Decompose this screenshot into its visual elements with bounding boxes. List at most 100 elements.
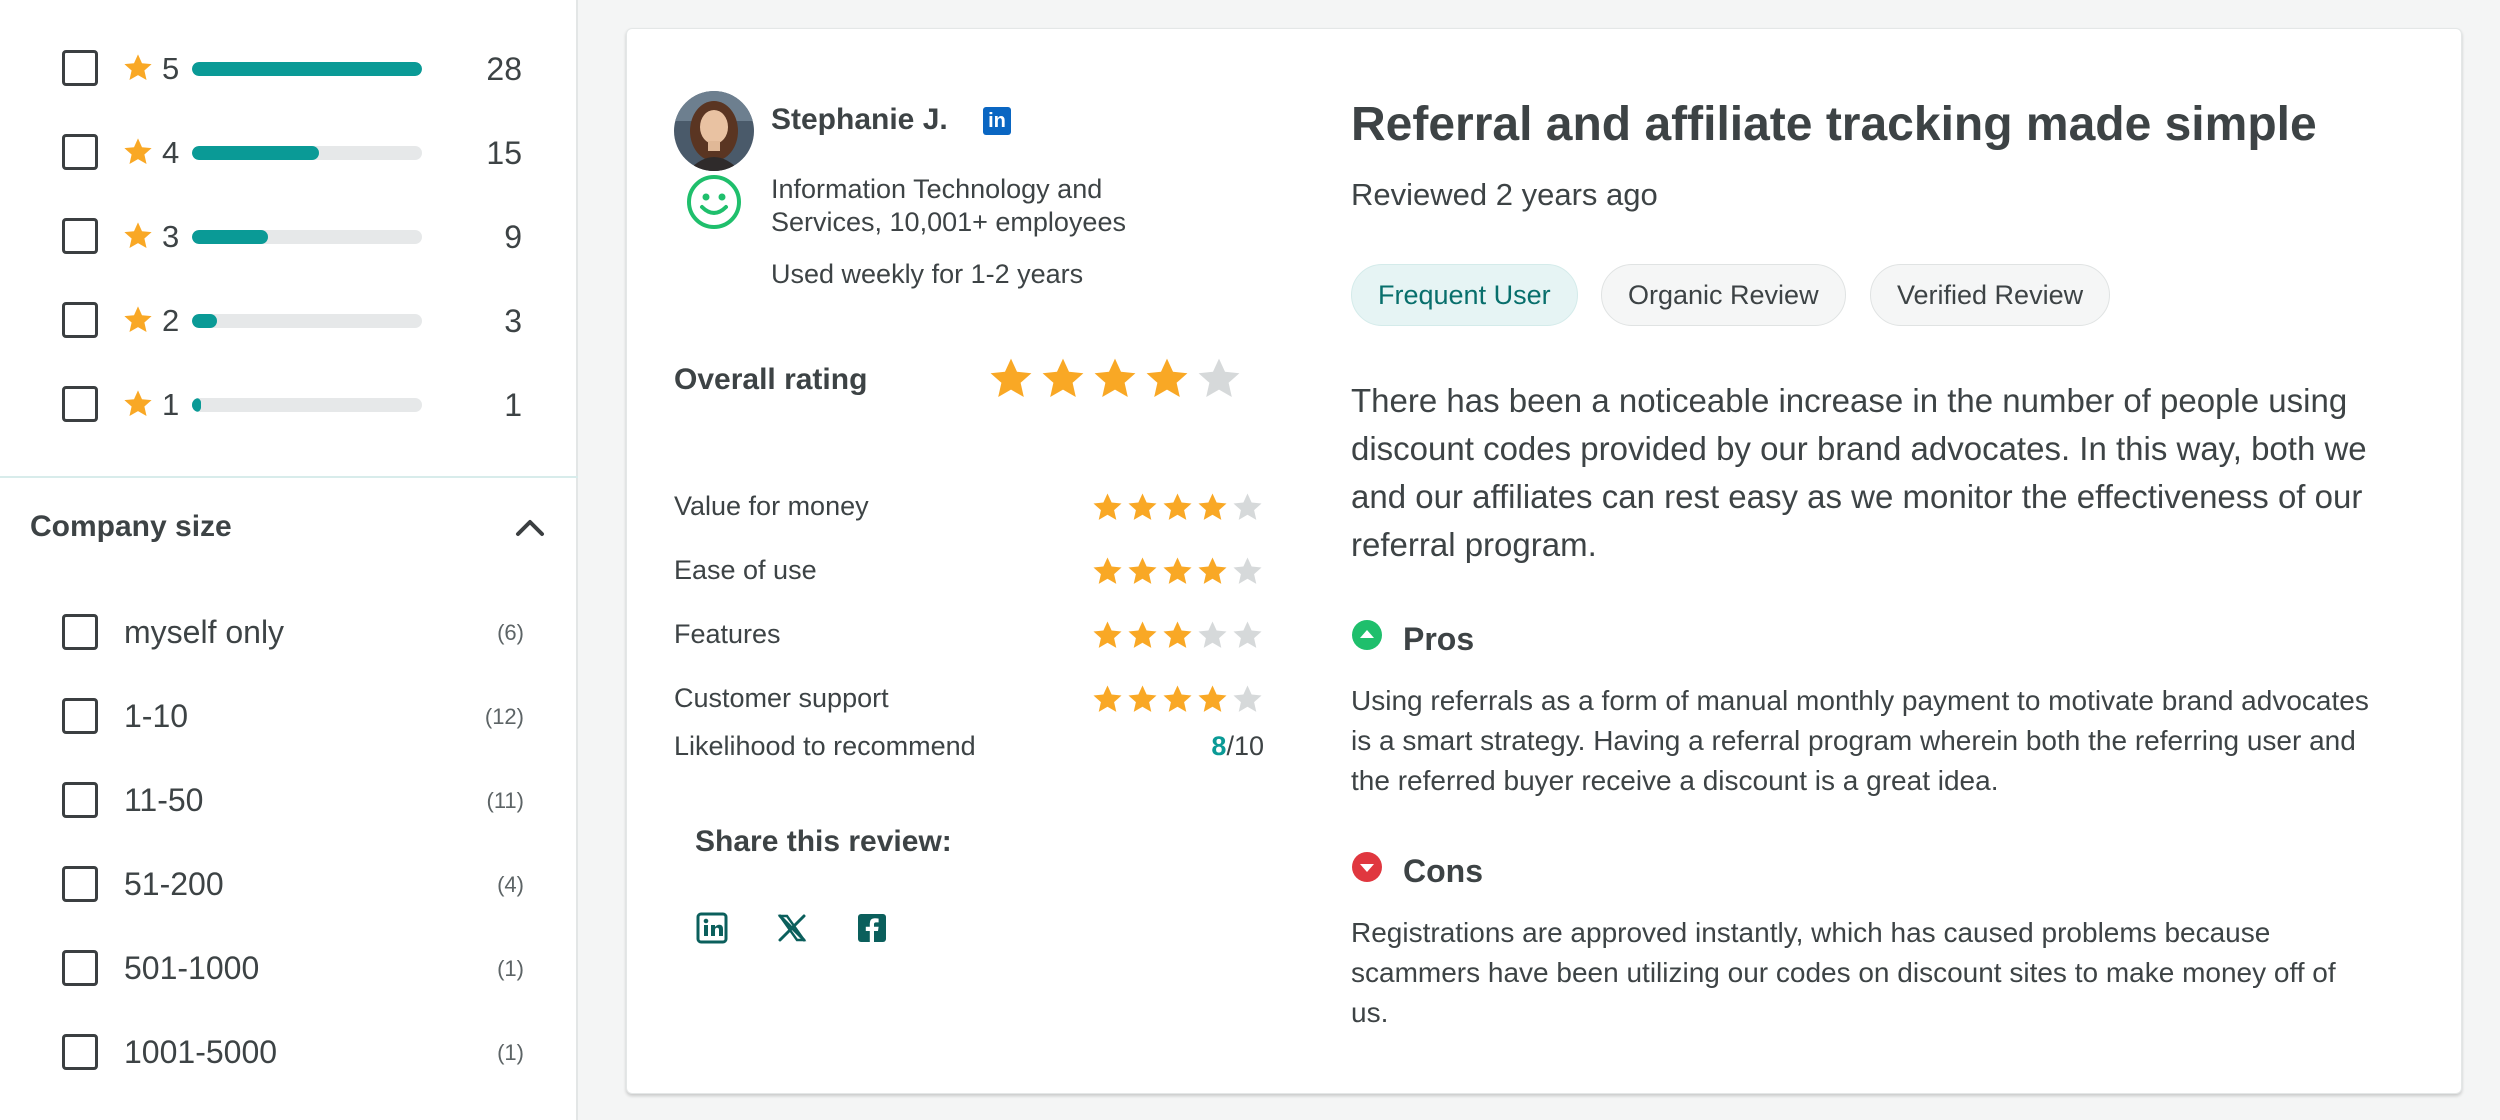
star-filled-icon: [1198, 557, 1227, 584]
company-size-option[interactable]: 51-200 (4): [62, 864, 524, 904]
rating-filter-row[interactable]: 5 28: [62, 48, 522, 88]
star-empty-icon: [1233, 621, 1262, 648]
rating-filter-count: 3: [504, 303, 522, 339]
reviewer-company: Information Technology and Services, 10,…: [771, 174, 1126, 237]
smiley-icon: [687, 175, 741, 229]
facebook-icon[interactable]: [855, 911, 889, 945]
rating-filter-stars: 3: [162, 219, 180, 254]
rating-filter-checkbox[interactable]: [62, 218, 98, 254]
rating-filter-row[interactable]: 4 15: [62, 132, 522, 172]
overall-rating-label: Overall rating: [674, 363, 868, 396]
company-size-checkbox[interactable]: [62, 698, 98, 734]
star-filled-icon: [1163, 621, 1192, 648]
rating-distribution-bar: [192, 146, 422, 160]
star-filled-icon: [1093, 621, 1122, 648]
company-size-checkbox[interactable]: [62, 614, 98, 650]
review-title: Referral and affiliate tracking made sim…: [1351, 98, 2317, 151]
company-size-option[interactable]: myself only (6): [62, 612, 524, 652]
sub-rating-stars: [1091, 491, 1264, 524]
star-icon: [124, 222, 152, 248]
sub-rating-row: Ease of use: [674, 551, 1264, 591]
tag-verified-review: Verified Review: [1870, 264, 2111, 326]
star-empty-icon: [1233, 685, 1262, 712]
rating-distribution-fill: [192, 62, 422, 76]
rating-distribution-bar: [192, 230, 422, 244]
star-filled-icon: [1163, 557, 1192, 584]
sub-rating-stars: [1091, 683, 1264, 716]
company-size-label: 51-200: [124, 866, 224, 902]
company-size-label: myself only: [124, 614, 285, 650]
company-size-checkbox[interactable]: [62, 782, 98, 818]
company-size-checkbox[interactable]: [62, 1034, 98, 1070]
sub-rating-row: Value for money: [674, 487, 1264, 527]
company-size-option[interactable]: 11-50 (11): [62, 780, 524, 820]
rating-filter-count: 9: [504, 219, 522, 255]
rating-filter-count: 28: [486, 51, 522, 87]
reviewer-usage: Used weekly for 1-2 years: [771, 259, 1084, 289]
linkedin-icon[interactable]: [695, 911, 729, 945]
star-filled-icon: [1094, 358, 1136, 397]
rating-filter-checkbox[interactable]: [62, 302, 98, 338]
star-filled-icon: [1128, 621, 1157, 648]
star-icon: [124, 138, 152, 164]
sub-rating-row: Features: [674, 615, 1264, 655]
sidebar-divider: [0, 476, 578, 478]
rating-filter-checkbox[interactable]: [62, 134, 98, 170]
reviewer-name: Stephanie J.: [771, 103, 948, 136]
rating-distribution-bar: [192, 398, 422, 412]
pros-text: Using referrals as a form of manual mont…: [1351, 685, 2369, 796]
recommend-suffix: /10: [1226, 731, 1264, 761]
cons-title: Cons: [1403, 853, 1483, 889]
company-size-option[interactable]: 1-10 (12): [62, 696, 524, 736]
company-size-count: (1): [497, 1040, 524, 1065]
sub-rating-label: Ease of use: [674, 555, 817, 585]
company-size-checkbox[interactable]: [62, 866, 98, 902]
sub-rating-label: Customer support: [674, 683, 889, 713]
tag-frequent-user: Frequent User: [1351, 264, 1578, 326]
rating-filter-stars: 4: [162, 135, 180, 170]
sub-rating-stars: [1091, 555, 1264, 588]
reviewer-avatar: [674, 91, 754, 171]
star-icon: [124, 306, 152, 332]
rating-distribution-fill: [192, 314, 218, 328]
star-empty-icon: [1233, 557, 1262, 584]
rating-distribution-fill: [192, 398, 202, 412]
linkedin-icon[interactable]: in: [983, 107, 1011, 135]
company-size-checkbox[interactable]: [62, 950, 98, 986]
star-icon: [124, 54, 152, 80]
company-size-option[interactable]: 1001-5000 (1): [62, 1032, 524, 1072]
rating-filter-row[interactable]: 11: [62, 384, 522, 424]
star-filled-icon: [1146, 358, 1188, 397]
rating-filter-count: 15: [486, 135, 522, 171]
rating-filter-stars: 5: [162, 51, 180, 86]
chevron-up-icon[interactable]: [512, 512, 548, 542]
star-empty-icon: [1198, 621, 1227, 648]
company-size-label: 501-1000: [124, 950, 260, 986]
rating-distribution-bar: [192, 314, 422, 328]
star-empty-icon: [1233, 493, 1262, 520]
star-filled-icon: [1128, 685, 1157, 712]
overall-rating-stars: [987, 355, 1243, 403]
x-icon[interactable]: [775, 911, 809, 945]
company-size-count: (11): [486, 788, 525, 813]
review-body: There has been a noticeable increase in …: [1351, 382, 2367, 563]
company-size-title: Company size: [30, 510, 232, 543]
recommend-row: Likelihood to recommend 8/10: [674, 727, 1264, 767]
star-filled-icon: [1093, 493, 1122, 520]
rating-filter-stars: 2: [162, 303, 180, 338]
company-size-option[interactable]: 501-1000 (1): [62, 948, 524, 988]
filter-sidebar: 5 28 4 15 3 9 2 3 1 1 Company size myself only (6)…: [0, 0, 578, 1120]
rating-filter-row[interactable]: 23: [62, 300, 522, 340]
star-filled-icon: [1093, 557, 1122, 584]
company-size-label: 11-50: [124, 782, 204, 818]
rating-filter-count: 1: [504, 387, 522, 423]
rating-filter-row[interactable]: 39: [62, 216, 522, 256]
star-filled-icon: [1163, 493, 1192, 520]
star-filled-icon: [1163, 685, 1192, 712]
review-date: Reviewed 2 years ago: [1351, 177, 1658, 212]
rating-filter-checkbox[interactable]: [62, 386, 98, 422]
star-filled-icon: [1198, 685, 1227, 712]
company-size-count: (12): [484, 704, 524, 729]
company-size-label: 1001-5000: [124, 1034, 278, 1070]
rating-filter-checkbox[interactable]: [62, 50, 98, 86]
